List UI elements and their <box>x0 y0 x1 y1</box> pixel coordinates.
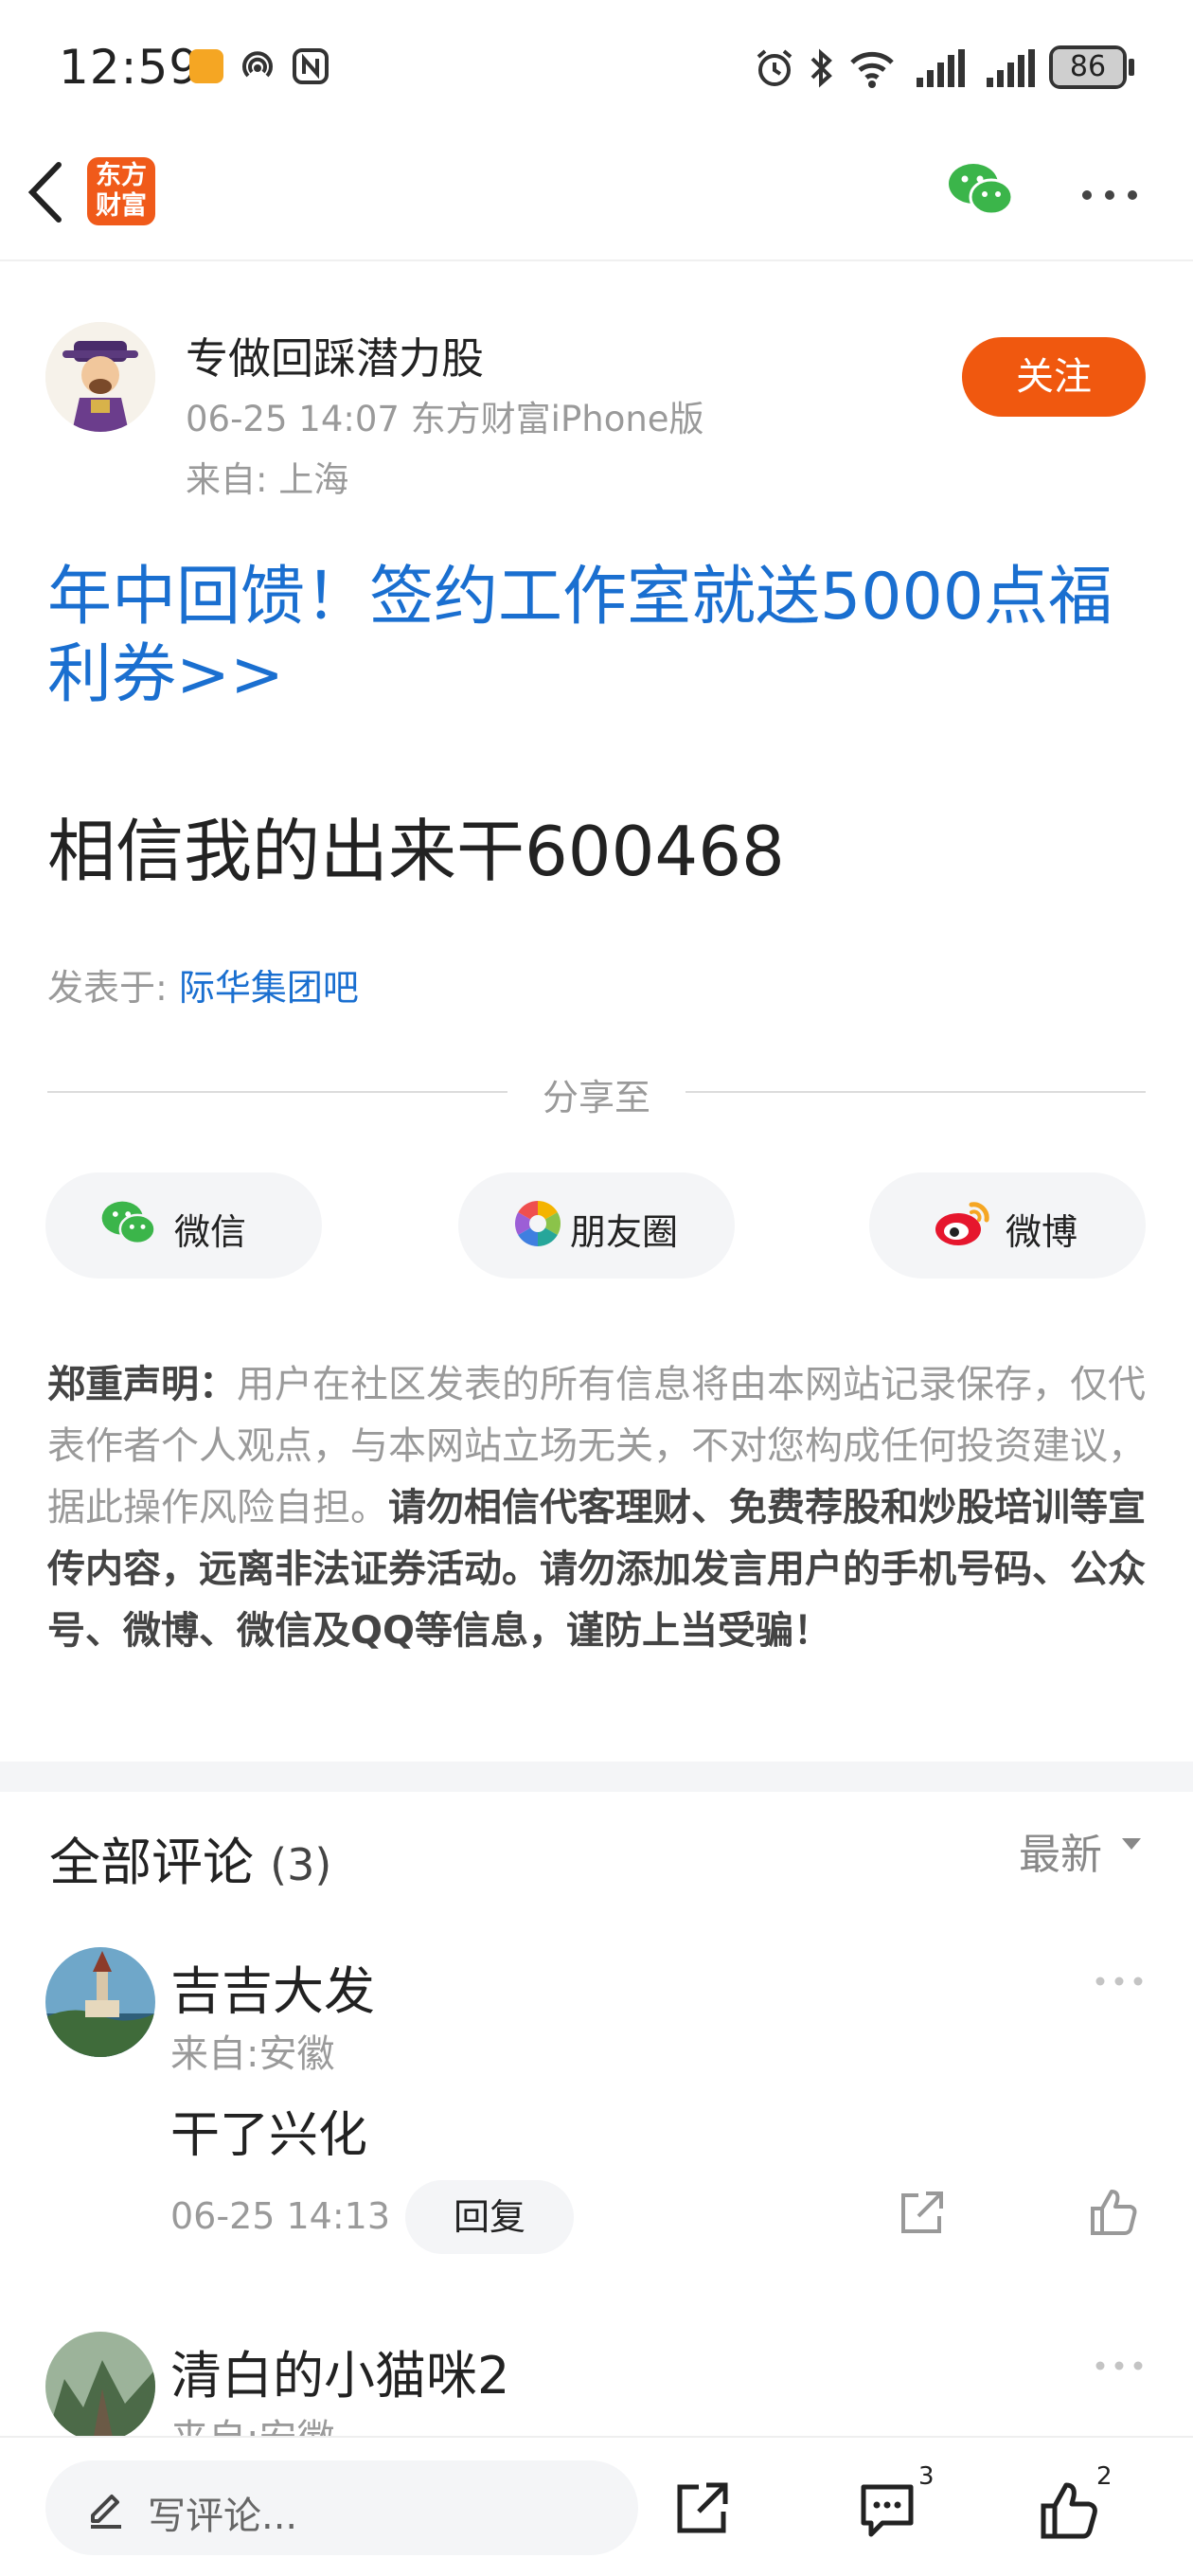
comment-icon[interactable] <box>858 2483 917 2538</box>
section-divider <box>0 1762 1193 1792</box>
follow-button[interactable]: 关注 <box>962 337 1146 417</box>
share-weibo-label: 微博 <box>1006 1211 1078 1253</box>
bluetooth-icon <box>807 47 835 89</box>
weibo-icon <box>934 1199 994 1248</box>
sort-label: 最新 <box>1019 1831 1102 1879</box>
reply-button[interactable]: 回复 <box>405 2180 574 2254</box>
nfc-icon <box>292 47 329 85</box>
post-meta: 06-25 14:07 东方财富iPhone版 <box>186 399 704 439</box>
comments-title: 全部评论 (3) <box>49 1820 331 1895</box>
comment-time: 06-25 14:13 <box>170 2195 391 2237</box>
posted-in-label: 发表于: <box>47 967 179 1009</box>
posted-in: 发表于: 际华集团吧 <box>47 958 359 1011</box>
signal-icon-1 <box>915 47 966 89</box>
nav-bar: 东方 财富 <box>0 133 1193 261</box>
sort-dropdown[interactable]: 最新 <box>1019 1820 1102 1881</box>
wechat-icon <box>100 1199 157 1248</box>
share-weibo-button[interactable]: 微博 <box>869 1172 1146 1279</box>
pencil-icon <box>85 2487 127 2529</box>
forum-link[interactable]: 际华集团吧 <box>179 967 359 1009</box>
comment-more-icon[interactable] <box>1095 2360 1144 2371</box>
share-wechat-label: 微信 <box>174 1211 247 1253</box>
comment-author[interactable]: 吉吉大发 <box>170 1949 375 2024</box>
comment-input-placeholder: 写评论... <box>148 2495 298 2538</box>
status-time: 12:59 <box>59 40 201 95</box>
comment-avatar[interactable] <box>45 2332 155 2442</box>
comments-title-text: 全部评论 <box>49 1833 254 1892</box>
like-count-badge: 2 <box>1096 2462 1113 2491</box>
notification-app-icon <box>189 49 223 83</box>
comment-avatar[interactable] <box>45 1947 155 2057</box>
chevron-down-icon[interactable] <box>1121 1837 1142 1851</box>
moments-icon <box>513 1199 562 1248</box>
author-name[interactable]: 专做回踩潜力股 <box>186 324 484 385</box>
wifi-icon <box>848 47 896 89</box>
hotspot-icon <box>239 47 276 85</box>
battery-level: 86 <box>1053 49 1123 85</box>
app-logo[interactable]: 东方 财富 <box>87 157 155 225</box>
share-moments-label: 朋友圈 <box>570 1211 679 1253</box>
like-icon[interactable] <box>1040 2481 1098 2540</box>
comment-more-icon[interactable] <box>1095 1976 1144 1987</box>
battery-tip <box>1129 59 1134 76</box>
author-location: 来自: 上海 <box>186 459 349 500</box>
share-divider-right <box>686 1091 1146 1093</box>
status-bar: 12:59 86 <box>0 0 1193 133</box>
share-icon[interactable] <box>674 2481 729 2536</box>
wechat-share-icon[interactable] <box>947 161 1015 220</box>
like-comment-icon[interactable] <box>1089 2188 1138 2237</box>
comment-input[interactable]: 写评论... <box>45 2460 638 2555</box>
more-icon[interactable] <box>1079 188 1140 203</box>
post-body: 相信我的出来干600468 <box>47 812 785 891</box>
disclaimer-heading: 郑重声明： <box>47 1363 237 1406</box>
promo-link[interactable]: 年中回馈！签约工作室就送5000点福利券>> <box>47 559 1136 714</box>
comments-count: (3) <box>270 1839 332 1890</box>
logo-text-bottom: 财富 <box>96 191 147 221</box>
battery-icon: 86 <box>1049 45 1127 89</box>
logo-text-top: 东方 <box>96 161 147 190</box>
comment-text: 干了兴化 <box>170 2107 368 2164</box>
signal-icon-2 <box>985 47 1036 89</box>
share-comment-icon[interactable] <box>898 2190 945 2237</box>
disclaimer: 郑重声明：用户在社区发表的所有信息将由本网站记录保存，仅代表作者个人观点，与本网… <box>47 1354 1148 1662</box>
comment-location: 来自:安徽 <box>170 2032 335 2076</box>
back-icon[interactable] <box>23 159 70 225</box>
share-title: 分享至 <box>542 1077 650 1118</box>
share-wechat-button[interactable]: 微信 <box>45 1172 322 1279</box>
alarm-icon <box>754 47 795 89</box>
author-avatar[interactable] <box>45 322 155 432</box>
comment-author[interactable]: 清白的小猫咪2 <box>170 2334 509 2408</box>
bottom-bar: 写评论... 3 2 <box>0 2436 1193 2576</box>
share-divider-left <box>47 1091 507 1093</box>
comment-count-badge: 3 <box>918 2462 935 2491</box>
share-moments-button[interactable]: 朋友圈 <box>458 1172 735 1279</box>
